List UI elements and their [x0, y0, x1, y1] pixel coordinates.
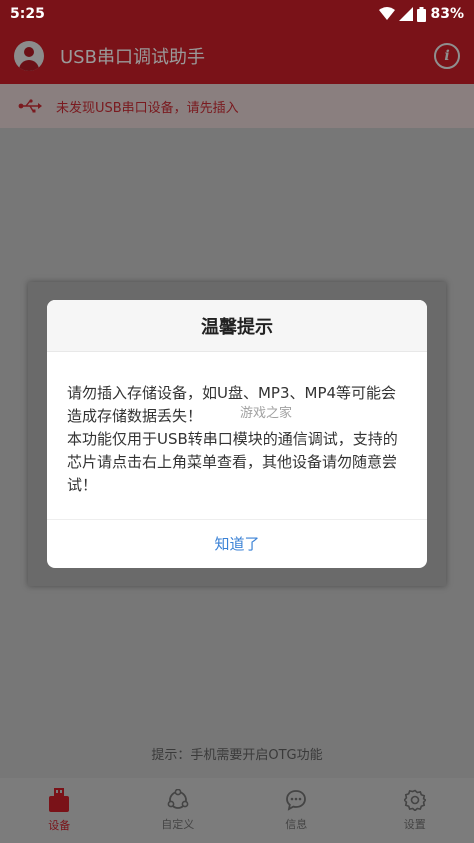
nav-label-settings: 设置 [403, 818, 426, 831]
nav-item-custom[interactable]: 自定义 [119, 778, 238, 843]
status-bar: 5:25 83% [0, 0, 474, 28]
dialog-body: 请勿插入存储设备，如U盘、MP3、MP4等可能会造成存储数据丢失！ 本功能仅用于… [47, 352, 427, 519]
message-icon [286, 790, 307, 811]
info-icon[interactable]: i [434, 43, 460, 69]
usb-device-icon [49, 788, 70, 812]
dialog-title: 温馨提示 [47, 300, 427, 352]
confirm-button[interactable]: 知道了 [47, 519, 427, 567]
nav-item-device[interactable]: 设备 [0, 778, 119, 843]
otg-hint: 提示：手机需要开启OTG功能 [151, 748, 323, 763]
nav-item-info[interactable]: 信息 [237, 778, 356, 843]
nav-label-custom: 自定义 [161, 818, 195, 831]
settings-gear-icon [403, 789, 426, 811]
nav-item-settings[interactable]: 设置 [356, 778, 474, 843]
app-bar: USB串口调试助手 i [0, 28, 474, 84]
wifi-icon [379, 7, 396, 20]
signal-icon [399, 7, 414, 21]
avatar[interactable] [14, 41, 44, 71]
app-title: USB串口调试助手 [60, 47, 205, 68]
warning-dialog: 温馨提示 请勿插入存储设备，如U盘、MP3、MP4等可能会造成存储数据丢失！ 本… [47, 300, 427, 568]
battery-icon [417, 6, 427, 22]
usb-icon [18, 99, 42, 113]
status-time: 5:25 [10, 6, 45, 22]
nav-label-info: 信息 [285, 818, 308, 831]
notice-bar: 未发现USB串口设备，请先插入 [0, 84, 474, 128]
custom-icon [167, 789, 189, 809]
avatar-body [19, 60, 39, 71]
bottom-nav: 设备 自定义 信息 设置 [0, 778, 474, 843]
dialog-line-2: 本功能仅用于USB转串口模块的通信调试，支持的芯片请点击右上角菜单查看，其他设备… [67, 430, 398, 494]
notice-text: 未发现USB串口设备，请先插入 [56, 100, 239, 116]
nav-label-device: 设备 [48, 819, 71, 832]
avatar-head [24, 47, 34, 57]
dialog-line-1: 请勿插入存储设备，如U盘、MP3、MP4等可能会造成存储数据丢失！ [67, 384, 397, 425]
battery-percent: 83% [430, 6, 464, 22]
status-icons: 83% [379, 6, 464, 22]
